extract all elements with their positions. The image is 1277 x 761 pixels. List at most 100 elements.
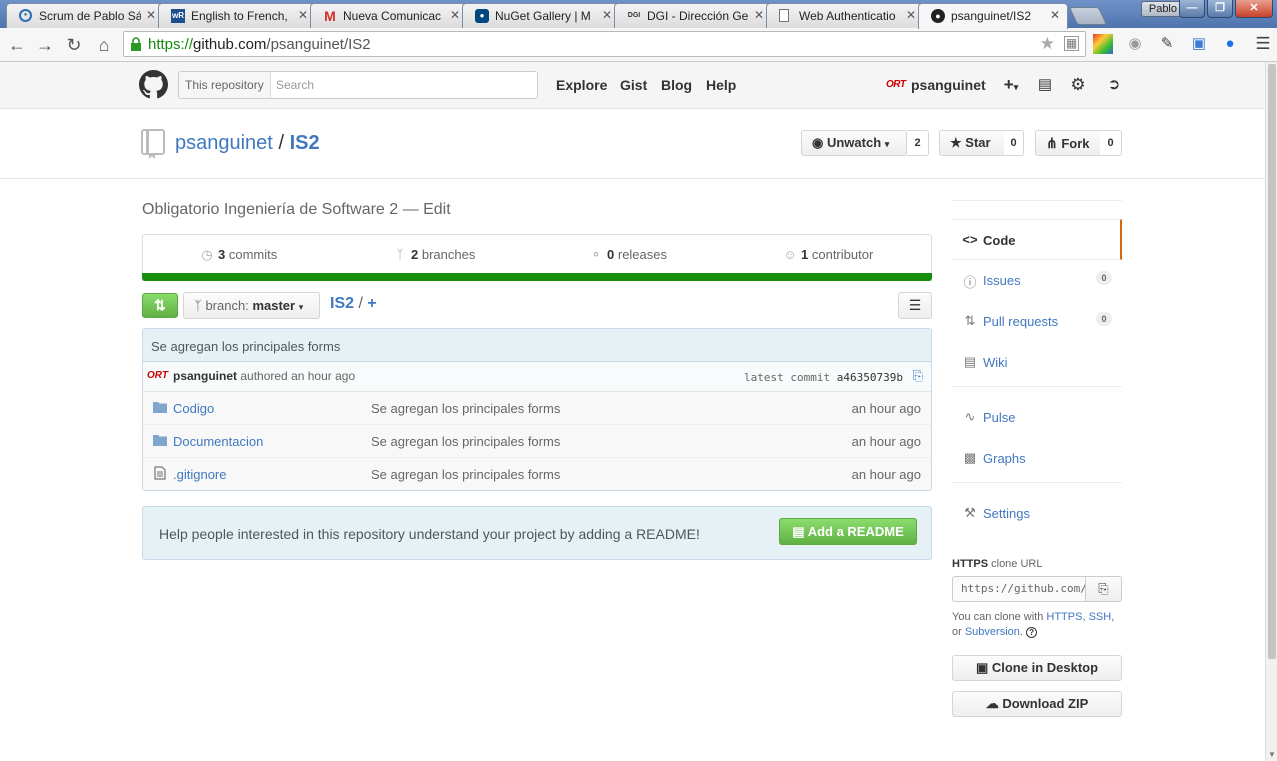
clone-https-link[interactable]: HTTPS [1046, 611, 1082, 623]
close-tab-icon[interactable]: ✕ [602, 8, 612, 22]
copy-clone-url-button[interactable]: ⎘ [1085, 576, 1122, 602]
sidebar-item-settings[interactable]: ⚒ Settings [952, 493, 1122, 534]
forward-icon[interactable]: → [34, 34, 56, 56]
add-readme-button[interactable]: ▤ Add a README [779, 518, 917, 545]
minimize-icon[interactable]: — [1179, 0, 1205, 18]
header-username[interactable]: psanguinet [911, 77, 986, 93]
nav-help[interactable]: Help [706, 77, 736, 93]
close-tab-icon[interactable]: ✕ [754, 8, 764, 22]
folder-extension-icon[interactable]: ▣ [1188, 33, 1210, 55]
browser-tab[interactable]: M Nueva Comunicac ✕ [310, 3, 468, 28]
download-zip-button[interactable]: ☁ Download ZIP [952, 691, 1122, 717]
clone-url-input[interactable]: https://github.com/psanguinet/IS2.git [952, 576, 1086, 602]
chat-extension-icon[interactable]: ● [1219, 33, 1241, 55]
file-commit-message[interactable]: Se agregan los principales forms [371, 434, 560, 449]
close-tab-icon[interactable]: ✕ [906, 8, 916, 22]
star-count[interactable]: 0 [1004, 130, 1024, 156]
contributors-link[interactable]: ☺ 1 contributor [783, 247, 873, 262]
file-commit-message[interactable]: Se agregan los principales forms [371, 401, 560, 416]
search-scope-label[interactable]: This repository [179, 72, 271, 98]
extension-balloon-icon[interactable]: ◉ [1124, 33, 1146, 55]
close-window-icon[interactable]: ✕ [1235, 0, 1273, 18]
home-icon[interactable]: ⌂ [93, 34, 115, 56]
nav-gist[interactable]: Gist [620, 77, 647, 93]
branches-link[interactable]: ᛉ2 branches [393, 247, 475, 262]
compare-icon: ⇅ [154, 297, 166, 313]
reload-icon[interactable]: ↻ [63, 34, 85, 56]
clipboard-icon[interactable]: ⎘ [913, 368, 923, 384]
sidebar-item-code[interactable]: <> Code [952, 219, 1122, 260]
github-logo-icon[interactable] [139, 70, 168, 99]
browser-tab[interactable]: ● NuGet Gallery | M ✕ [462, 3, 620, 28]
edit-description-link[interactable]: Edit [423, 201, 451, 218]
scrollbar-thumb[interactable] [1268, 64, 1276, 659]
extension-colorful-icon[interactable] [1093, 34, 1113, 54]
fork-button[interactable]: ⋔ Fork [1035, 130, 1101, 156]
star-button[interactable]: ★ Star [939, 130, 1005, 156]
sidebar-item-issues[interactable]: ⓘ Issues 0 [952, 260, 1122, 301]
language-bar[interactable] [142, 273, 932, 281]
file-commit-message[interactable]: Se agregan los principales forms [371, 467, 560, 482]
commits-link[interactable]: ◷ 3 commits [200, 247, 277, 263]
repo-owner-link[interactable]: psanguinet [175, 132, 273, 154]
back-icon[interactable]: ← [6, 34, 28, 56]
browser-tab[interactable]: ● Scrum de Pablo Sá ✕ [6, 3, 164, 28]
eyedropper-icon[interactable]: ✎ [1156, 33, 1178, 55]
address-bar[interactable]: https://github.com/psanguinet/IS2 ★ ▦ [123, 31, 1086, 57]
browser-tab[interactable]: wR English to French, ✕ [158, 3, 316, 28]
toggle-list-button[interactable]: ☰ [898, 292, 932, 319]
breadcrumb-separator: / [358, 295, 363, 312]
unwatch-button[interactable]: ◉ Unwatch ▾ [801, 130, 907, 156]
browser-tab[interactable]: Web Authenticatio ✕ [766, 3, 924, 28]
file-name-link[interactable]: Codigo [173, 401, 214, 416]
branch-select[interactable]: ᛉ branch: master ▾ [183, 292, 320, 319]
page-scrollbar[interactable]: ▼ [1265, 62, 1277, 761]
releases-link[interactable]: ⚬ 0 releases [589, 247, 667, 263]
breadcrumb-repo[interactable]: IS2 [330, 295, 354, 312]
bookmark-star-icon[interactable]: ★ [1040, 34, 1055, 54]
file-name-link[interactable]: .gitignore [173, 467, 226, 482]
search-input[interactable] [276, 75, 531, 95]
sidebar-item-pull-requests[interactable]: ⇅ Pull requests 0 [952, 301, 1122, 342]
commit-time: authored an hour ago [240, 369, 356, 383]
menu-icon[interactable]: ☰ [1252, 33, 1274, 55]
close-tab-icon[interactable]: ✕ [1050, 8, 1060, 22]
help-question-icon[interactable]: ? [1026, 627, 1038, 638]
repo-title-separator: / [278, 132, 284, 154]
sidebar-item-graphs[interactable]: ▩ Graphs [952, 438, 1122, 479]
clone-in-desktop-label: Clone in Desktop [991, 660, 1099, 675]
browser-tab[interactable]: DGI DGI - Dirección Ge ✕ [614, 3, 772, 28]
close-tab-icon[interactable]: ✕ [146, 8, 156, 22]
nav-explore[interactable]: Explore [556, 77, 607, 93]
new-tab-button[interactable] [1068, 7, 1108, 25]
clone-in-desktop-button[interactable]: ▣ Clone in Desktop [952, 655, 1122, 681]
avatar[interactable]: ORT [886, 79, 906, 90]
clone-ssh-link[interactable]: SSH [1089, 611, 1112, 623]
create-new-icon[interactable]: +▾ [997, 75, 1025, 95]
file-name-link[interactable]: Documentacion [173, 434, 263, 449]
fork-count[interactable]: 0 [1100, 130, 1122, 156]
commit-sha[interactable]: a46350739b [837, 371, 903, 384]
nav-blog[interactable]: Blog [661, 77, 692, 93]
close-tab-icon[interactable]: ✕ [298, 8, 308, 22]
repo-name-link[interactable]: IS2 [290, 132, 320, 154]
author-avatar[interactable]: ORT [147, 370, 168, 381]
browser-tab-active[interactable]: ● psanguinet/IS2 ✕ [918, 3, 1068, 29]
add-file-button[interactable]: + [367, 295, 376, 312]
commit-title[interactable]: Se agregan los principales forms [143, 329, 931, 362]
translate-icon[interactable]: ▦ [1064, 36, 1079, 51]
gear-icon[interactable]: ⚙ [1068, 75, 1088, 95]
commit-author-name[interactable]: psanguinet [173, 369, 237, 383]
sidebar-item-wiki[interactable]: ▤ Wiki [952, 342, 1122, 383]
sidebar-item-pulse[interactable]: ∿ Pulse [952, 397, 1122, 438]
maximize-icon[interactable]: ❐ [1207, 0, 1233, 18]
sign-out-icon[interactable]: ➲ [1104, 75, 1124, 95]
inbox-icon[interactable]: ▤ [1035, 75, 1055, 95]
close-tab-icon[interactable]: ✕ [450, 8, 460, 22]
scroll-down-icon[interactable]: ▼ [1268, 750, 1276, 759]
file-table: Se agregan los principales forms ORT psa… [142, 328, 932, 491]
tools-icon: ⚒ [964, 505, 976, 520]
clone-subversion-link[interactable]: Subversion [965, 626, 1020, 638]
compare-button[interactable]: ⇅ [142, 293, 178, 318]
watch-count[interactable]: 2 [907, 130, 929, 156]
